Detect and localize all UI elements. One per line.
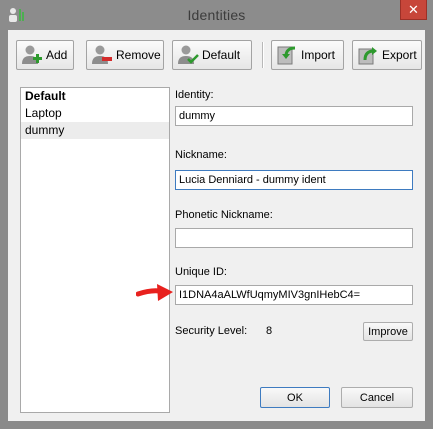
import-icon <box>277 46 296 65</box>
security-level-label: Security Level: <box>175 325 248 337</box>
annotation-arrow-icon <box>136 284 173 301</box>
list-item-laptop[interactable]: Laptop <box>21 105 169 122</box>
nickname-field[interactable] <box>175 170 413 190</box>
import-label: Import <box>301 48 336 62</box>
window-title: Identities <box>187 7 246 23</box>
list-item-default[interactable]: Default <box>21 88 169 105</box>
default-button[interactable]: Default <box>172 40 252 70</box>
user-remove-icon <box>92 45 112 64</box>
export-label: Export <box>382 48 417 62</box>
title-bar[interactable]: Identities ✕ <box>0 0 433 30</box>
nickname-label: Nickname: <box>175 149 227 161</box>
add-button[interactable]: Add <box>16 40 74 70</box>
toolbar-separator <box>262 42 264 68</box>
default-label: Default <box>202 48 241 62</box>
import-button[interactable]: Import <box>271 40 344 70</box>
toolbar: Add Remove Default Import Export <box>16 40 422 71</box>
unique-id-label: Unique ID: <box>175 266 227 278</box>
phonetic-nickname-field[interactable] <box>175 228 413 248</box>
cancel-button[interactable]: Cancel <box>341 387 413 408</box>
improve-button[interactable]: Improve <box>363 322 413 341</box>
identity-label: Identity: <box>175 89 214 101</box>
remove-label: Remove <box>116 48 161 62</box>
user-add-icon <box>22 45 42 64</box>
ok-button[interactable]: OK <box>260 387 330 408</box>
security-level-value: 8 <box>266 325 273 337</box>
export-button[interactable]: Export <box>352 40 422 70</box>
unique-id-field[interactable] <box>175 285 413 305</box>
close-button[interactable]: ✕ <box>400 0 427 20</box>
identities-window: Identities ✕ Add Remove Default Import E… <box>0 0 433 429</box>
identity-list[interactable]: Default Laptop dummy <box>20 87 170 413</box>
dialog-body: Add Remove Default Import Export Default… <box>8 30 425 421</box>
list-item-dummy[interactable]: dummy <box>21 122 169 139</box>
export-icon <box>358 47 377 65</box>
user-default-icon <box>178 45 199 64</box>
identity-field[interactable] <box>175 106 413 126</box>
add-label: Add <box>46 48 68 62</box>
close-icon: ✕ <box>408 1 419 17</box>
phonetic-nickname-label: Phonetic Nickname: <box>175 209 273 221</box>
remove-button[interactable]: Remove <box>86 40 164 70</box>
